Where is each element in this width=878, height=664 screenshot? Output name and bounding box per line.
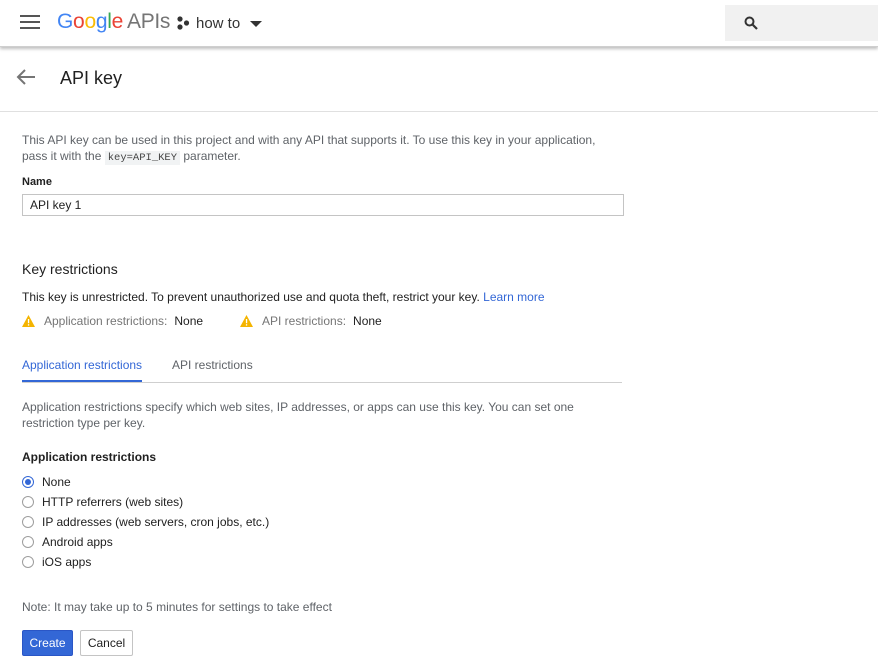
tab-application-restrictions[interactable]: Application restrictions: [22, 358, 143, 382]
google-apis-logo[interactable]: Google APIs: [57, 10, 170, 34]
app-restrictions-status: Application restrictions: None: [22, 314, 203, 328]
chevron-down-icon: [250, 21, 263, 27]
restriction-tabs: Application restrictions API restriction…: [22, 352, 622, 383]
api-restrictions-status: API restrictions: None: [240, 314, 382, 328]
page-title: API key: [60, 68, 123, 88]
radio-button[interactable]: [22, 556, 34, 568]
page-header: API key: [0, 47, 878, 112]
key-param-code: key=API_KEY: [104, 151, 181, 165]
radio-button[interactable]: [22, 516, 34, 528]
api-key-description: This API key can be used in this project…: [22, 133, 596, 165]
radio-button[interactable]: [22, 536, 34, 548]
radio-option-android-apps[interactable]: Android apps: [22, 534, 113, 550]
search-box[interactable]: [725, 5, 878, 41]
top-app-bar: Google APIs how to: [0, 0, 878, 47]
create-button[interactable]: Create: [22, 630, 73, 656]
cancel-button[interactable]: Cancel: [80, 630, 133, 656]
application-restrictions-description: Application restrictions specify which w…: [22, 400, 574, 430]
radio-option-none[interactable]: None: [22, 474, 71, 490]
radio-option-ip-addresses[interactable]: IP addresses (web servers, cron jobs, et…: [22, 514, 269, 530]
search-icon: [744, 16, 758, 30]
name-input[interactable]: [22, 194, 624, 216]
radio-option-ios-apps[interactable]: iOS apps: [22, 554, 91, 570]
radio-button[interactable]: [22, 476, 34, 488]
name-label: Name: [22, 176, 52, 188]
search-input[interactable]: [769, 13, 873, 35]
hamburger-menu-icon[interactable]: [20, 15, 40, 29]
unrestricted-message: This key is unrestricted. To prevent una…: [22, 290, 545, 304]
radio-option-http-referrers[interactable]: HTTP referrers (web sites): [22, 494, 183, 510]
learn-more-link[interactable]: Learn more: [483, 290, 544, 304]
back-arrow-icon[interactable]: [16, 69, 36, 85]
radio-button[interactable]: [22, 496, 34, 508]
project-selector[interactable]: how to: [176, 13, 263, 33]
application-restrictions-heading: Application restrictions: [22, 450, 157, 464]
key-restrictions-title: Key restrictions: [22, 261, 118, 277]
settings-note: Note: It may take up to 5 minutes for se…: [22, 600, 332, 614]
project-name: how to: [196, 14, 241, 32]
project-dots-icon: [177, 16, 190, 30]
warning-icon: [240, 315, 253, 327]
warning-icon: [22, 315, 35, 327]
tab-api-restrictions[interactable]: API restrictions: [172, 358, 253, 380]
